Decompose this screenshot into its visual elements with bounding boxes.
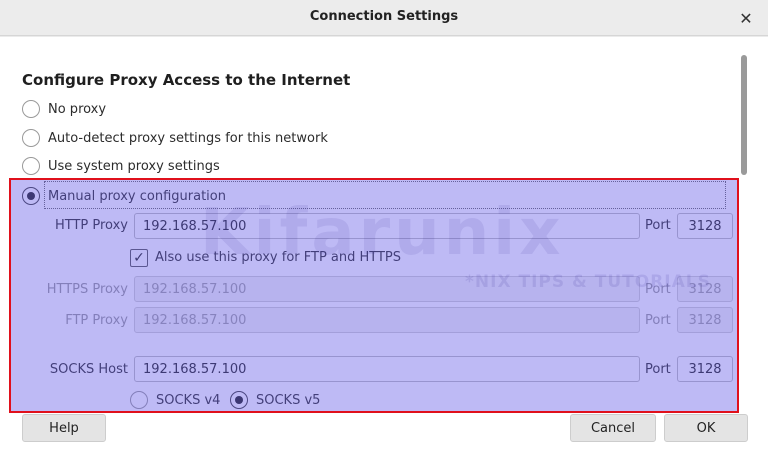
radio-button[interactable]	[22, 187, 40, 205]
radio-socks-v5[interactable]: SOCKS v5	[230, 390, 320, 410]
window-title: Connection Settings	[309, 9, 459, 24]
check-icon: ✓	[133, 250, 145, 266]
https-port-label: Port	[645, 282, 671, 297]
https-proxy-input[interactable]: 192.168.57.100	[134, 276, 640, 302]
also-use-checkbox[interactable]: ✓	[130, 249, 148, 267]
http-proxy-input[interactable]: 192.168.57.100	[134, 213, 640, 239]
https-port-input[interactable]: 3128	[677, 276, 733, 302]
radio-label: Manual proxy configuration	[48, 188, 226, 204]
section-heading: Configure Proxy Access to the Internet	[22, 71, 351, 89]
radio-manual-proxy[interactable]: Manual proxy configuration	[22, 186, 226, 206]
radio-button[interactable]	[22, 129, 40, 147]
https-proxy-label: HTTPS Proxy	[46, 282, 128, 297]
http-port-input[interactable]: 3128	[677, 213, 733, 239]
socks-port-label: Port	[645, 362, 671, 377]
cancel-button[interactable]: Cancel	[570, 414, 656, 442]
radio-socks-v4[interactable]: SOCKS v4	[130, 390, 220, 410]
radio-label: Use system proxy settings	[48, 158, 220, 174]
radio-label: SOCKS v4	[156, 392, 221, 408]
ftp-port-label: Port	[645, 313, 671, 328]
radio-auto-detect[interactable]: Auto-detect proxy settings for this netw…	[22, 128, 328, 148]
help-button[interactable]: Help	[22, 414, 106, 442]
ftp-port-input[interactable]: 3128	[677, 307, 733, 333]
radio-no-proxy[interactable]: No proxy	[22, 99, 106, 119]
http-port-label: Port	[645, 218, 671, 233]
scrollbar-thumb[interactable]	[741, 55, 747, 175]
radio-label: No proxy	[48, 101, 107, 117]
ok-button[interactable]: OK	[664, 414, 748, 442]
socks-host-input[interactable]: 192.168.57.100	[134, 356, 640, 382]
socks-port-input[interactable]: 3128	[677, 356, 733, 382]
radio-button[interactable]	[230, 391, 248, 409]
socks-host-label: SOCKS Host	[49, 362, 128, 377]
title-bar: Connection Settings ✕	[0, 0, 768, 36]
radio-label: Auto-detect proxy settings for this netw…	[48, 130, 328, 146]
ftp-proxy-label: FTP Proxy	[65, 313, 128, 328]
radio-button[interactable]	[22, 157, 40, 175]
dialog-content: Configure Proxy Access to the Internet N…	[0, 37, 768, 466]
ftp-proxy-input[interactable]: 192.168.57.100	[134, 307, 640, 333]
radio-system-proxy[interactable]: Use system proxy settings	[22, 156, 220, 176]
radio-button[interactable]	[130, 391, 148, 409]
also-use-label: Also use this proxy for FTP and HTTPS	[155, 250, 402, 265]
close-button[interactable]: ✕	[734, 6, 758, 30]
http-proxy-label: HTTP Proxy	[54, 218, 128, 233]
radio-label: SOCKS v5	[256, 392, 321, 408]
radio-button[interactable]	[22, 100, 40, 118]
close-icon: ✕	[739, 8, 753, 28]
